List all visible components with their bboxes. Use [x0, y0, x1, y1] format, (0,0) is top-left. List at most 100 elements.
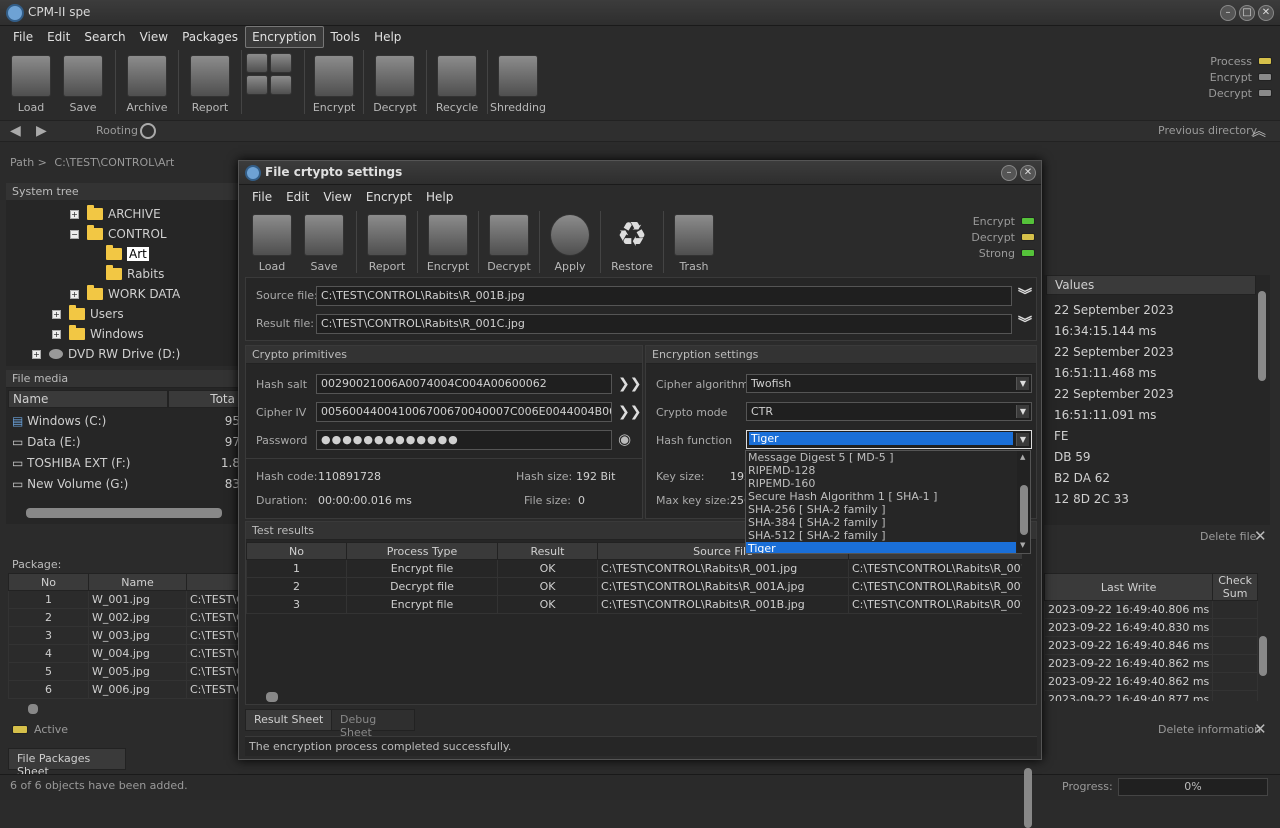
load-button[interactable]: Load — [8, 50, 54, 114]
media-row[interactable]: ▭ New Volume (G:) 83 — [12, 477, 240, 491]
tests-col-no[interactable]: No — [246, 542, 347, 560]
back-arrow-icon[interactable]: ◀ — [10, 123, 21, 139]
table-row[interactable]: 6 W_006.jpg C:\TEST\C — [8, 680, 268, 699]
tests-hscroll[interactable] — [266, 692, 278, 702]
value-item[interactable]: 16:34:15.144 ms — [1054, 321, 1254, 342]
value-item[interactable]: 16:51:11.091 ms — [1054, 405, 1254, 426]
media-hscroll[interactable] — [26, 508, 222, 518]
tab-debug-sheet[interactable]: Debug Sheet — [331, 709, 415, 739]
package-col-checksum[interactable]: Check Sum — [1212, 573, 1258, 601]
table-row[interactable]: 5 W_005.jpg C:\TEST\C — [8, 662, 268, 681]
media-col-total[interactable]: Tota — [168, 390, 240, 408]
dialog-save-button[interactable]: Save — [295, 211, 353, 273]
delete-information-button[interactable]: Delete information — [1158, 723, 1261, 736]
tree-item-windows[interactable]: + Windows — [52, 324, 144, 344]
expand-icon[interactable]: + — [52, 309, 61, 319]
value-item[interactable]: DB 59 — [1054, 447, 1254, 468]
tree-item-users[interactable]: + Users — [52, 304, 124, 324]
value-item[interactable]: 22 September 2023 — [1054, 342, 1254, 363]
dialog-menu-view[interactable]: View — [316, 186, 358, 208]
tree-item-art[interactable]: Art — [106, 244, 149, 264]
eye-icon[interactable]: ◉ — [618, 430, 631, 448]
hash-salt-input[interactable]: 00290021006A0074004C004A00600062 — [316, 374, 612, 394]
tree-item-control[interactable]: − CONTROL — [70, 224, 167, 244]
minimize-icon[interactable]: – — [1220, 5, 1236, 21]
archive-button[interactable]: Archive — [119, 50, 175, 114]
menu-file[interactable]: File — [6, 26, 40, 48]
value-item[interactable]: B2 DA 62 — [1054, 468, 1254, 489]
source-file-input[interactable]: C:\TEST\CONTROL\Rabits\R_001B.jpg — [316, 286, 1012, 306]
hash-option[interactable]: SHA-512 [ SHA-2 family ] — [746, 529, 1016, 542]
package-col-name[interactable]: Name — [88, 573, 187, 591]
delete-information-x-icon[interactable]: ✕ — [1254, 720, 1267, 738]
value-item[interactable]: 22 September 2023 — [1054, 300, 1254, 321]
decrypt-button[interactable]: Decrypt — [367, 50, 423, 114]
cipher-iv-input[interactable]: 005600440041006700670040007C006E0044004B… — [316, 402, 612, 422]
table-row[interactable]: 2023-09-22 16:49:40.862 ms — [1044, 672, 1258, 691]
dialog-close-icon[interactable]: ✕ — [1020, 165, 1036, 181]
expand-icon[interactable]: + — [70, 289, 79, 299]
dialog-trash-button[interactable]: Trash — [667, 211, 721, 273]
scroll-up-icon[interactable]: ▲ — [1020, 453, 1025, 461]
expand-icon[interactable]: + — [70, 209, 79, 219]
tests-col-result[interactable]: Result — [497, 542, 598, 560]
media-row[interactable]: ▭ TOSHIBA EXT (F:) 1.8 — [12, 456, 240, 470]
checklist-icon[interactable] — [270, 53, 292, 73]
menu-edit[interactable]: Edit — [40, 26, 77, 48]
hash-option[interactable]: Secure Hash Algorithm 1 [ SHA-1 ] — [746, 490, 1016, 503]
dialog-encrypt-button[interactable]: Encrypt — [421, 211, 475, 273]
chevron-down-icon[interactable]: ▼ — [1016, 433, 1029, 446]
media-row[interactable]: ▭ Data (E:) 97 — [12, 435, 240, 449]
chevron-down-icon[interactable]: ▼ — [1016, 405, 1029, 418]
database-icon[interactable] — [246, 53, 268, 73]
media-col-name[interactable]: Name — [8, 390, 168, 408]
maximize-icon[interactable]: □ — [1239, 5, 1255, 21]
scroll-down-icon[interactable]: ▼ — [1020, 541, 1025, 549]
tree-item-work-data[interactable]: + WORK DATA — [70, 284, 180, 304]
dialog-decrypt-button[interactable]: Decrypt — [482, 211, 536, 273]
table-row[interactable]: 4 W_004.jpg C:\TEST\C — [8, 644, 268, 663]
expand-icon[interactable]: + — [52, 329, 61, 339]
table-row[interactable]: 3 Encrypt file OK C:\TEST\CONTROL\Rabits\R_… — [246, 595, 1022, 614]
table-row[interactable]: 1 Encrypt file OK C:\TEST\CONTROL\Rabits\R_… — [246, 559, 1022, 578]
table-row[interactable]: 1 W_001.jpg C:\TEST\C — [8, 590, 268, 609]
media-row[interactable]: ▤ Windows (C:) 95 — [12, 414, 240, 428]
tests-vscroll[interactable] — [1024, 768, 1032, 828]
dropdown-thumb[interactable] — [1020, 485, 1028, 535]
dialog-restore-button[interactable]: ♻ Restore — [604, 211, 660, 273]
package-hscroll[interactable] — [28, 704, 38, 714]
save-button[interactable]: Save — [54, 50, 112, 114]
dialog-report-button[interactable]: Report — [360, 211, 414, 273]
table-row[interactable]: 2023-09-22 16:49:40.846 ms — [1044, 636, 1258, 655]
dialog-load-button[interactable]: Load — [249, 211, 295, 273]
table-row[interactable]: 2023-09-22 16:49:40.830 ms — [1044, 618, 1258, 637]
report-button[interactable]: Report — [182, 50, 238, 114]
password-input[interactable]: ●●●●●●●●●●●●● — [316, 430, 612, 450]
table-row[interactable]: 3 W_003.jpg C:\TEST\C — [8, 626, 268, 645]
cipher-algorithm-select[interactable]: Twofish ▼ — [746, 374, 1032, 393]
dialog-apply-button[interactable]: Apply — [543, 211, 597, 273]
result-file-input[interactable]: C:\TEST\CONTROL\Rabits\R_001C.jpg — [316, 314, 1012, 334]
encrypt-button[interactable]: Encrypt — [308, 50, 360, 114]
chevron-down-icon[interactable]: ▼ — [1016, 377, 1029, 390]
table-row[interactable]: 2023-09-22 16:49:40.806 ms — [1044, 600, 1258, 619]
close-icon[interactable]: ✕ — [1258, 5, 1274, 21]
tree-item-archive[interactable]: + ARCHIVE — [70, 204, 161, 224]
dialog-menu-file[interactable]: File — [245, 186, 279, 208]
tests-col-process-type[interactable]: Process Type — [346, 542, 498, 560]
package-col-no[interactable]: No — [8, 573, 89, 591]
cipher-iv-generate-icon[interactable]: ❯❯ — [618, 403, 641, 421]
delete-file-x-icon[interactable]: ✕ — [1254, 527, 1267, 545]
dropdown-scrollbar[interactable]: ▲ ▼ — [1017, 451, 1030, 553]
menu-view[interactable]: View — [133, 26, 175, 48]
document-icon[interactable] — [246, 75, 268, 95]
menu-packages[interactable]: Packages — [175, 26, 245, 48]
tree-item-dvd[interactable]: + DVD RW Drive (D:) — [32, 344, 180, 364]
table-row[interactable]: 2023-09-22 16:49:40.862 ms — [1044, 654, 1258, 673]
value-item[interactable]: 22 September 2023 — [1054, 384, 1254, 405]
up-chevron-icon[interactable]: ︽ — [1252, 121, 1266, 141]
shredding-button[interactable]: Shredding — [490, 50, 546, 114]
recycle-button[interactable]: Recycle — [430, 50, 484, 114]
hash-option[interactable]: SHA-256 [ SHA-2 family ] — [746, 503, 1016, 516]
hash-option[interactable]: RIPEMD-160 — [746, 477, 1016, 490]
